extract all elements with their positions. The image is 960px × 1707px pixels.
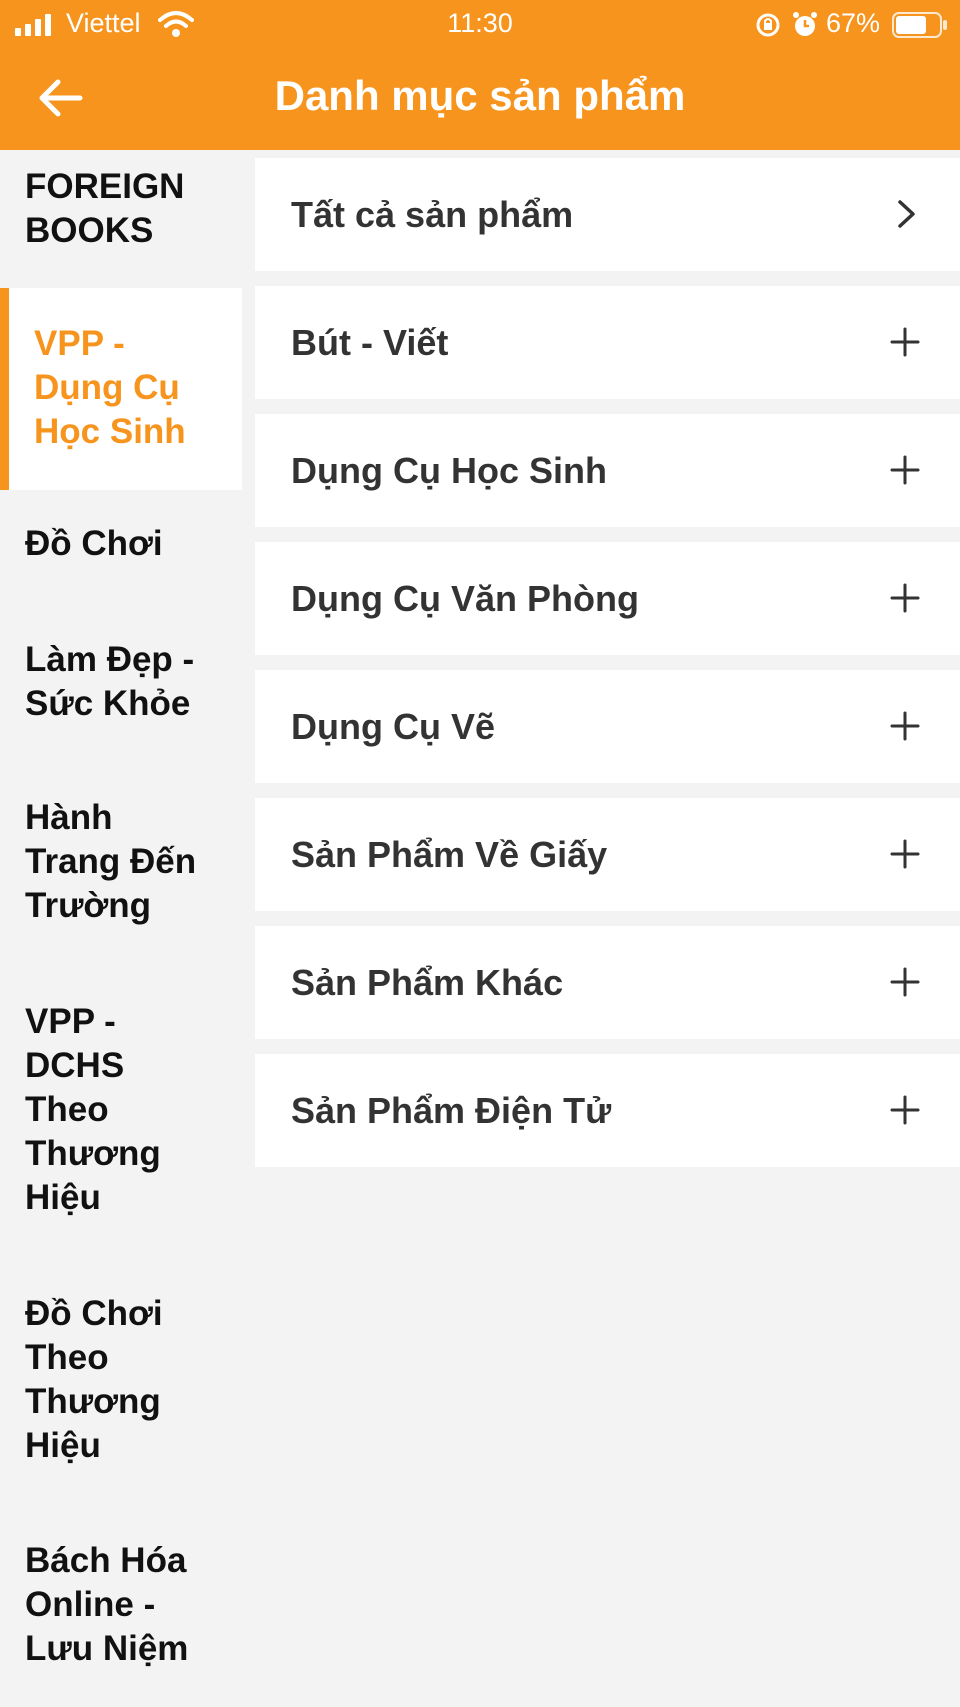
sidebar-item-label: Đồ Chơi — [25, 524, 163, 563]
list-item-label: Dụng Cụ Văn Phòng — [291, 578, 639, 619]
status-bar: Viettel 11:30 67% — [0, 0, 960, 50]
page-title: Danh mục sản phẩm — [274, 72, 686, 119]
battery-percent: 67% — [826, 8, 881, 38]
list-item-label: Tất cả sản phẩm — [291, 194, 574, 235]
list-item-label: Bút - Viết — [291, 322, 449, 363]
list-item-label: Sản Phẩm Khác — [291, 962, 564, 1003]
list-item-dung-cu-van-phong[interactable]: Dụng Cụ Văn Phòng — [255, 542, 960, 655]
list-item-dung-cu-hoc-sinh[interactable]: Dụng Cụ Học Sinh — [255, 414, 960, 527]
sidebar-item-label: Làm Đẹp - Sức Khỏe — [25, 640, 195, 723]
list-item-dung-cu-ve[interactable]: Dụng Cụ Vẽ — [255, 670, 960, 783]
list-item-san-pham-dien-tu[interactable]: Sản Phẩm Điện Tử — [255, 1054, 960, 1167]
sidebar-item-do-choi-theo-thuong-hieu[interactable]: Đồ Chơi Theo Thương Hiệu — [0, 1292, 242, 1472]
battery-icon — [892, 12, 947, 38]
sidebar-item-label: VPP - DCHS Theo Thương Hiệu — [25, 1002, 161, 1217]
sidebar-item-hanh-trang-den-truong[interactable]: Hành Trang Đến Trường — [0, 796, 242, 936]
plus-icon[interactable] — [885, 1090, 925, 1130]
sidebar-item-vpp-dung-cu-hoc-sinh[interactable]: VPP - Dụng Cụ Học Sinh — [0, 288, 242, 490]
plus-icon[interactable] — [885, 962, 925, 1002]
plus-icon[interactable] — [885, 834, 925, 874]
sidebar-item-label: VPP - Dụng Cụ Học Sinh — [34, 324, 186, 451]
sidebar-item-vpp-dchs-theo-thuong-hieu[interactable]: VPP - DCHS Theo Thương Hiệu — [0, 1000, 242, 1230]
sidebar-item-lam-dep-suc-khoe[interactable]: Làm Đẹp - Sức Khỏe — [0, 638, 242, 738]
list-item-label: Dụng Cụ Học Sinh — [291, 450, 607, 491]
plus-icon[interactable] — [885, 450, 925, 490]
app-header: Viettel 11:30 67% Danh mục sản phẩm — [0, 0, 960, 150]
rotation-lock-icon — [756, 13, 780, 37]
chevron-right-icon — [898, 200, 915, 228]
sidebar-item-bach-hoa-online-luu-niem[interactable]: Bách Hóa Online - Lưu Niệm — [0, 1539, 242, 1679]
sidebar-item-label: Bách Hóa Online - Lưu Niệm — [25, 1541, 189, 1668]
list-item-label: Sản Phẩm Về Giấy — [291, 834, 608, 875]
list-item-all-products[interactable]: Tất cả sản phẩm — [255, 158, 960, 271]
sidebar-item-label: FOREIGN BOOKS — [25, 167, 185, 250]
alarm-icon — [793, 12, 817, 36]
sidebar-item-foreign-books[interactable]: FOREIGN BOOKS — [0, 165, 242, 265]
plus-icon[interactable] — [885, 578, 925, 618]
sidebar-item-label: Hành Trang Đến Trường — [25, 798, 197, 925]
category-sidebar: FOREIGN BOOKS VPP - Dụng Cụ Học Sinh Đồ … — [0, 150, 242, 1707]
list-item-san-pham-khac[interactable]: Sản Phẩm Khác — [255, 926, 960, 1039]
plus-icon[interactable] — [885, 706, 925, 746]
list-item-label: Dụng Cụ Vẽ — [291, 706, 495, 747]
sidebar-item-label: Đồ Chơi Theo Thương Hiệu — [25, 1294, 163, 1465]
sidebar-item-do-choi[interactable]: Đồ Chơi — [0, 522, 242, 582]
list-item-label: Sản Phẩm Điện Tử — [291, 1090, 612, 1131]
list-item-but-viet[interactable]: Bút - Viết — [255, 286, 960, 399]
list-item-san-pham-ve-giay[interactable]: Sản Phẩm Về Giấy — [255, 798, 960, 911]
plus-icon[interactable] — [885, 322, 925, 362]
